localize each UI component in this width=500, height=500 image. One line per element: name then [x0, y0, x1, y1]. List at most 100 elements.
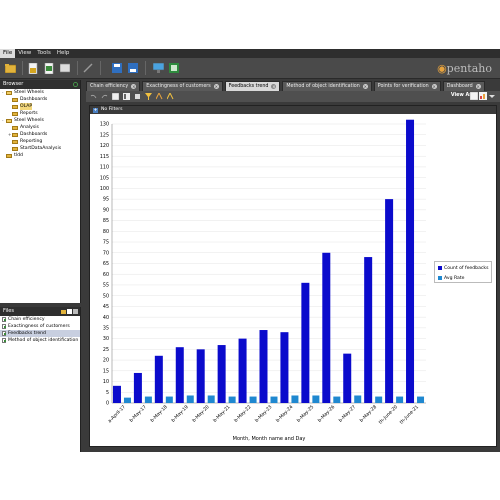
y-tick-label: 0 — [106, 401, 109, 407]
file-item[interactable]: Feedbacks trend — [0, 330, 80, 337]
tree-item[interactable]: Dashboards — [0, 96, 80, 103]
menu-help[interactable]: Help — [54, 49, 73, 58]
tree-item-label: Reports — [20, 111, 38, 116]
y-tick-label: 35 — [103, 325, 109, 331]
menu-view[interactable]: View — [15, 49, 34, 58]
pentaho-logo: ◉pentaho — [437, 62, 492, 75]
document-tabs: Chain efficiency × Exactingness of custome… — [86, 80, 500, 91]
legend-item: Count of feedbacks — [435, 264, 491, 272]
edit-icon[interactable] — [67, 309, 72, 314]
schedule-icon[interactable] — [168, 62, 180, 74]
document-tab[interactable]: Exactingness of customers × — [142, 81, 223, 91]
undo-icon[interactable] — [90, 93, 97, 100]
edit-pencil-icon[interactable] — [82, 62, 94, 74]
count-bar — [343, 353, 352, 403]
y-tick-label: 50 — [103, 293, 109, 299]
add-filter-icon[interactable]: + — [93, 107, 98, 113]
tree-item-label: tldd — [14, 153, 23, 158]
y-tick-label: 90 — [103, 207, 109, 213]
table-icon[interactable] — [112, 93, 119, 100]
new-dashboard-icon[interactable] — [59, 62, 71, 74]
tree-item[interactable]: tldd — [0, 152, 80, 159]
file-list: Chain efficiency Exactingness of customer… — [0, 316, 80, 344]
list-view-icon[interactable] — [73, 309, 78, 314]
browser-panel-header: Browser — [0, 80, 80, 89]
count-bar — [238, 338, 247, 403]
report-workspace: View As: + No Filters 0 5 10 15 20 25 30 35 40 45… — [86, 91, 500, 452]
folder-icon — [6, 90, 12, 95]
dropdown-arrow-icon[interactable] — [488, 92, 496, 100]
file-item[interactable]: Chain efficiency — [0, 316, 80, 323]
legend-label: Avg Rate — [444, 275, 465, 281]
tree-item-label: Analysis — [20, 125, 39, 130]
document-tab[interactable]: Feedbacks trend × — [224, 81, 281, 91]
tree-item-label: Steel Wheels — [14, 90, 44, 95]
close-tab-icon[interactable]: × — [431, 84, 437, 89]
file-item-label: Chain efficiency — [8, 317, 45, 322]
tree-item[interactable]: StartDataAnalysis — [0, 145, 80, 152]
close-tab-icon[interactable]: × — [213, 84, 219, 89]
close-tab-icon[interactable]: × — [131, 84, 137, 89]
avg-rate-bar — [312, 395, 320, 403]
document-tab[interactable]: Chain efficiency × — [86, 81, 141, 91]
tree-item-label: OLAP — [20, 103, 33, 110]
file-item[interactable]: Method of object identification — [0, 337, 80, 344]
filter-bar[interactable]: + No Filters — [90, 106, 496, 114]
menu-file[interactable]: File — [0, 49, 16, 58]
avg-rate-bar — [417, 396, 425, 403]
analysis-file-icon — [2, 317, 6, 322]
save-as-icon[interactable] — [127, 62, 139, 74]
y-tick-label: 15 — [103, 368, 109, 374]
close-tab-icon[interactable]: × — [362, 84, 368, 89]
monitor-icon[interactable] — [152, 62, 164, 74]
x-tick-label: b-May-17 — [128, 404, 147, 423]
x-tick-label: b-May-20 — [191, 404, 210, 423]
tab-label: Points for verification — [377, 83, 429, 89]
redo-icon[interactable] — [101, 93, 108, 100]
tree-item[interactable]: Reporting — [0, 138, 80, 145]
avg-rate-bar — [249, 396, 257, 403]
swap-axes-icon[interactable] — [156, 93, 163, 100]
vertical-splitter[interactable] — [81, 80, 84, 452]
files-panel-title: Files — [3, 308, 14, 314]
y-tick-label: 70 — [103, 250, 109, 256]
drill-icon[interactable] — [167, 93, 174, 100]
folder-icon[interactable] — [61, 309, 66, 314]
x-tick-label: b-May-23 — [254, 404, 273, 423]
y-tick-label: 100 — [100, 186, 109, 192]
tree-item[interactable]: - Steel Wheels — [0, 117, 80, 124]
tree-item[interactable]: OLAP — [0, 103, 80, 110]
chart-view-icon[interactable] — [479, 92, 487, 100]
x-axis-title: Month, Month name and Day — [233, 436, 306, 442]
open-folder-icon[interactable] — [4, 62, 16, 74]
tab-label: Method of object identification — [286, 83, 360, 89]
new-analysis-icon[interactable] — [43, 62, 55, 74]
y-tick-label: 5 — [106, 390, 109, 396]
refresh-icon[interactable] — [73, 82, 78, 87]
report-toolbar: View As: — [86, 91, 500, 102]
save-icon[interactable] — [111, 62, 123, 74]
file-item[interactable]: Exactingness of customers — [0, 323, 80, 330]
tree-item-label: Dashboards — [20, 132, 48, 137]
tree-item[interactable]: Analysis — [0, 124, 80, 131]
toolbar-separator — [77, 61, 78, 75]
y-tick-label: 60 — [103, 272, 109, 278]
close-tab-icon[interactable]: × — [271, 84, 277, 89]
sort-icon[interactable] — [134, 93, 141, 100]
x-tick-label: th-June-20 — [378, 404, 399, 425]
table-view-icon[interactable] — [470, 92, 478, 100]
tree-item[interactable]: + Dashboards — [0, 131, 80, 138]
tree-item[interactable]: - Steel Wheels — [0, 89, 80, 96]
filter-icon[interactable] — [145, 93, 152, 100]
y-tick-label: 75 — [103, 240, 109, 246]
close-tab-icon[interactable]: × — [475, 84, 481, 89]
document-tab[interactable]: Method of object identification × — [282, 81, 372, 91]
tree-item[interactable]: Reports — [0, 110, 80, 117]
document-tab[interactable]: Points for verification × — [373, 81, 441, 91]
menu-tools[interactable]: Tools — [34, 49, 54, 58]
tree-item-label: StartDataAnalysis — [20, 146, 62, 151]
document-tab[interactable]: Dashboard × — [442, 81, 485, 91]
new-report-icon[interactable] — [27, 62, 39, 74]
analysis-file-icon — [2, 331, 6, 336]
layout-icon[interactable] — [123, 93, 130, 100]
